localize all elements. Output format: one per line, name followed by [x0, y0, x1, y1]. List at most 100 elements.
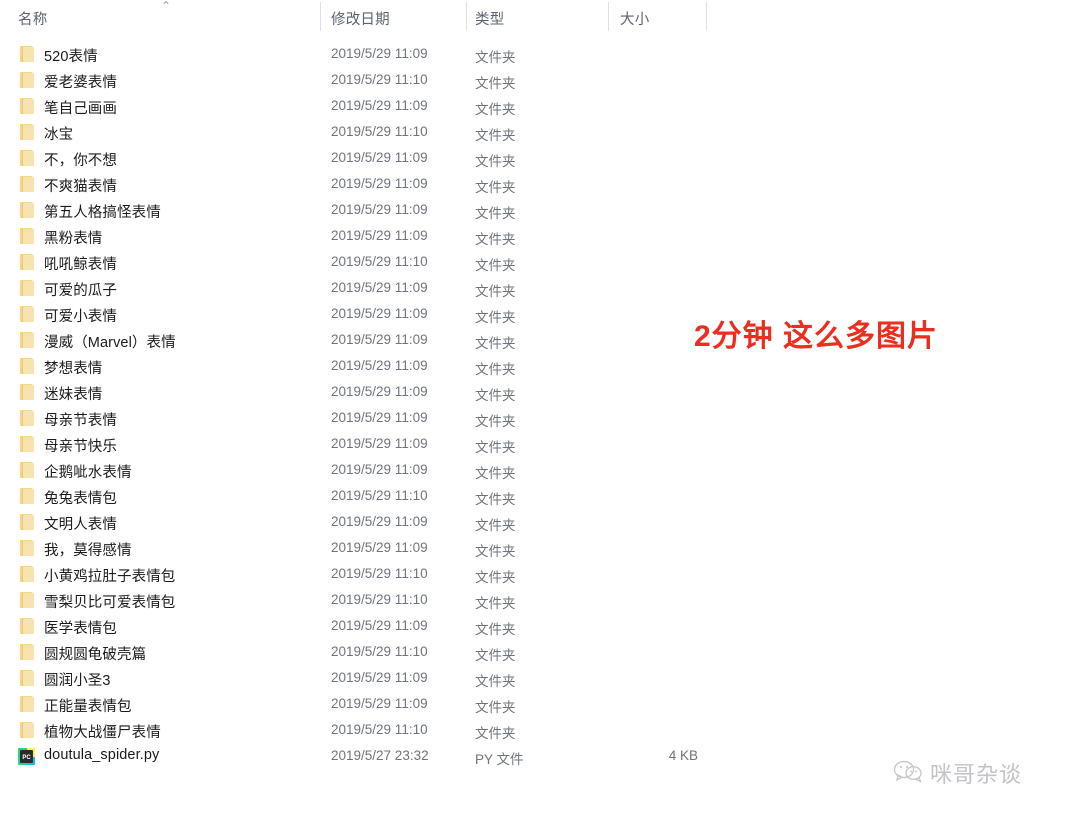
file-name-cell: 第五人格搞怪表情	[44, 205, 161, 221]
folder-icon	[18, 358, 38, 376]
table-row[interactable]: 医学表情包 2019/5/29 11:09 文件夹	[0, 614, 1080, 640]
folder-icon	[18, 514, 38, 532]
table-row[interactable]: 母亲节表情 2019/5/29 11:09 文件夹	[0, 406, 1080, 432]
table-row[interactable]: 植物大战僵尸表情 2019/5/29 11:10 文件夹	[0, 718, 1080, 744]
table-row[interactable]: 母亲节快乐 2019/5/29 11:09 文件夹	[0, 432, 1080, 458]
table-row[interactable]: 可爱的瓜子 2019/5/29 11:09 文件夹	[0, 276, 1080, 302]
date-modified-cell: 2019/5/29 11:09	[331, 332, 428, 347]
table-row[interactable]: 迷妹表情 2019/5/29 11:09 文件夹	[0, 380, 1080, 406]
file-name-cell: 圆规圆龟破壳篇	[44, 647, 147, 663]
file-type-cell: 文件夹	[475, 232, 516, 247]
date-modified-cell: 2019/5/29 11:09	[331, 280, 428, 295]
date-modified-cell: 2019/5/29 11:10	[331, 592, 428, 607]
date-modified-cell: 2019/5/29 11:09	[331, 202, 428, 217]
folder-icon	[18, 384, 38, 402]
folder-icon	[18, 644, 38, 662]
table-row[interactable]: 小黄鸡拉肚子表情包 2019/5/29 11:10 文件夹	[0, 562, 1080, 588]
date-modified-cell: 2019/5/29 11:09	[331, 410, 428, 425]
table-row[interactable]: 圆规圆龟破壳篇 2019/5/29 11:10 文件夹	[0, 640, 1080, 666]
sort-ascending-icon[interactable]: ⌃	[158, 0, 174, 12]
file-name-cell: 兔兔表情包	[44, 491, 117, 507]
file-type-cell: 文件夹	[475, 414, 516, 429]
file-name-cell: 母亲节表情	[44, 413, 117, 429]
table-row[interactable]: 我，莫得感情 2019/5/29 11:09 文件夹	[0, 536, 1080, 562]
table-row[interactable]: 笔自己画画 2019/5/29 11:09 文件夹	[0, 94, 1080, 120]
file-type-cell: 文件夹	[475, 206, 516, 221]
table-row[interactable]: 圆润小圣3 2019/5/29 11:09 文件夹	[0, 666, 1080, 692]
file-type-cell: 文件夹	[475, 180, 516, 195]
folder-icon	[18, 306, 38, 324]
table-row[interactable]: 不爽猫表情 2019/5/29 11:09 文件夹	[0, 172, 1080, 198]
file-type-cell: 文件夹	[475, 466, 516, 481]
table-row[interactable]: 爱老婆表情 2019/5/29 11:10 文件夹	[0, 68, 1080, 94]
column-header-size[interactable]: 大小	[620, 8, 649, 29]
date-modified-cell: 2019/5/29 11:09	[331, 46, 428, 61]
date-modified-cell: 2019/5/29 11:10	[331, 644, 428, 659]
pycharm-file-icon: PC	[18, 748, 38, 766]
file-type-cell: 文件夹	[475, 622, 516, 637]
file-type-cell: 文件夹	[475, 518, 516, 533]
file-name-cell: 梦想表情	[44, 361, 103, 377]
column-header-type[interactable]: 类型	[475, 8, 504, 29]
file-name-cell: 小黄鸡拉肚子表情包	[44, 569, 176, 585]
table-row[interactable]: 正能量表情包 2019/5/29 11:09 文件夹	[0, 692, 1080, 718]
table-row[interactable]: 企鹅呲水表情 2019/5/29 11:09 文件夹	[0, 458, 1080, 484]
column-header-date-modified[interactable]: 修改日期	[331, 8, 390, 29]
file-name-cell: 不爽猫表情	[44, 179, 117, 195]
file-name-cell: 迷妹表情	[44, 387, 103, 403]
file-name-cell: 文明人表情	[44, 517, 117, 533]
folder-icon	[18, 280, 38, 298]
file-name-cell: 正能量表情包	[44, 699, 132, 715]
file-type-cell: 文件夹	[475, 154, 516, 169]
date-modified-cell: 2019/5/29 11:09	[331, 462, 428, 477]
folder-icon	[18, 176, 38, 194]
column-divider-date[interactable]	[466, 2, 467, 31]
file-name-cell: 我，莫得感情	[44, 543, 132, 559]
table-row[interactable]: 梦想表情 2019/5/29 11:09 文件夹	[0, 354, 1080, 380]
file-type-cell: 文件夹	[475, 648, 516, 663]
table-row[interactable]: 兔兔表情包 2019/5/29 11:10 文件夹	[0, 484, 1080, 510]
file-name-cell: 母亲节快乐	[44, 439, 117, 455]
date-modified-cell: 2019/5/29 11:10	[331, 488, 428, 503]
folder-icon	[18, 436, 38, 454]
file-name-cell: 可爱小表情	[44, 309, 117, 325]
table-row[interactable]: 不，你不想 2019/5/29 11:09 文件夹	[0, 146, 1080, 172]
file-list[interactable]: 520表情 2019/5/29 11:09 文件夹 爱老婆表情 2019/5/29 11…	[0, 42, 1080, 770]
date-modified-cell: 2019/5/29 11:09	[331, 436, 428, 451]
folder-icon	[18, 150, 38, 168]
date-modified-cell: 2019/5/29 11:09	[331, 150, 428, 165]
column-header-name[interactable]: 名称	[18, 8, 47, 29]
file-name-cell: 笔自己画画	[44, 101, 117, 117]
file-type-cell: 文件夹	[475, 596, 516, 611]
table-row[interactable]: 520表情 2019/5/29 11:09 文件夹	[0, 42, 1080, 68]
file-name-cell: 漫威（Marvel）表情	[44, 335, 176, 351]
column-divider-type[interactable]	[608, 2, 609, 31]
table-row[interactable]: 雪梨贝比可爱表情包 2019/5/29 11:10 文件夹	[0, 588, 1080, 614]
date-modified-cell: 2019/5/29 11:09	[331, 384, 428, 399]
folder-icon	[18, 618, 38, 636]
table-row[interactable]: 文明人表情 2019/5/29 11:09 文件夹	[0, 510, 1080, 536]
table-row[interactable]: 吼吼鲸表情 2019/5/29 11:10 文件夹	[0, 250, 1080, 276]
date-modified-cell: 2019/5/29 11:09	[331, 618, 428, 633]
date-modified-cell: 2019/5/29 11:10	[331, 124, 428, 139]
annotation-text: 2分钟 这么多图片	[694, 320, 939, 353]
date-modified-cell: 2019/5/29 11:09	[331, 306, 428, 321]
file-type-cell: 文件夹	[475, 50, 516, 65]
file-type-cell: 文件夹	[475, 284, 516, 299]
table-row[interactable]: 第五人格搞怪表情 2019/5/29 11:09 文件夹	[0, 198, 1080, 224]
folder-icon	[18, 566, 38, 584]
date-modified-cell: 2019/5/29 11:09	[331, 98, 428, 113]
file-name-cell: 植物大战僵尸表情	[44, 725, 161, 741]
table-row[interactable]: 冰宝 2019/5/29 11:10 文件夹	[0, 120, 1080, 146]
date-modified-cell: 2019/5/29 11:09	[331, 358, 428, 373]
file-type-cell: 文件夹	[475, 336, 516, 351]
file-size-cell: 4 KB	[668, 748, 698, 763]
table-row[interactable]: 黑粉表情 2019/5/29 11:09 文件夹	[0, 224, 1080, 250]
file-type-cell: 文件夹	[475, 570, 516, 585]
date-modified-cell: 2019/5/29 11:10	[331, 566, 428, 581]
file-name-cell: 可爱的瓜子	[44, 283, 117, 299]
file-name-cell: 医学表情包	[44, 621, 117, 637]
column-divider-size[interactable]	[706, 2, 707, 31]
file-type-cell: 文件夹	[475, 544, 516, 559]
column-divider-name[interactable]	[320, 2, 321, 31]
